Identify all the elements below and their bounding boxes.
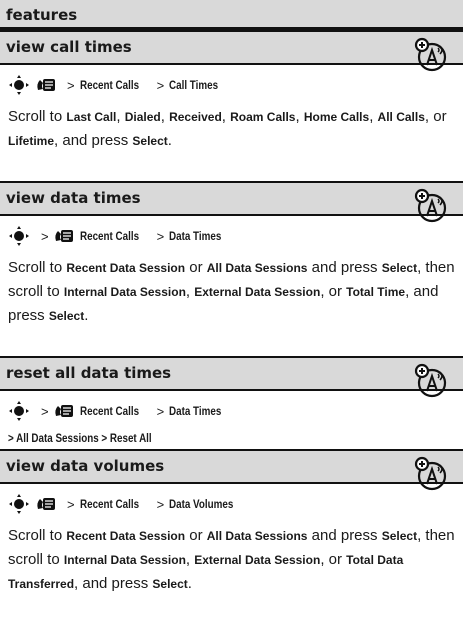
navigation-key-icon [9,226,29,246]
menu-term: External Data Session [194,285,321,299]
menu-term: Dialed [124,110,161,124]
menu-term: Recent Data Session [66,261,186,275]
menu-term: Home Calls [303,110,370,124]
navigation-key-icon [9,401,29,421]
body-text-run: or [185,259,207,276]
menu-term: All Data Sessions [206,261,308,275]
section-title-text: reset all data times [6,364,172,382]
body-text-run: , [185,283,195,300]
features-header: features [0,0,463,32]
section-title-text: view call times [6,38,132,56]
body-text-run: , [369,108,378,125]
menu-term: Select [48,309,85,323]
menu-term: All Data Sessions [206,529,308,543]
body-text-run: . [167,132,172,149]
path-data-times: Data Times [169,229,222,243]
navigation-key-icon [9,494,29,514]
path-recent-calls: Recent Calls [79,78,139,92]
path-separator: > [156,77,165,93]
section-title: reset all data times [0,358,463,398]
body-text-run: , and press [74,575,153,592]
path-separator: > [156,496,165,512]
menu-term: Select [381,529,418,543]
body-text-run: and press [307,259,382,276]
menu-term: Select [381,261,418,275]
recent-calls-menu-icon [37,498,55,510]
path-separator: > [67,77,75,93]
path-separator: > [41,403,49,419]
path-line2-text: > All Data Sessions > Reset All [8,431,152,445]
recent-calls-menu-icon [54,405,73,417]
path-data-times: Data Times [169,404,222,418]
path-recent-calls: Recent Calls [79,497,139,511]
path-separator: > [67,496,75,512]
section-title: view data volumes [0,451,463,491]
section-title: view call times [0,32,463,72]
body-text-run: , or [320,551,347,568]
menu-term: External Data Session [194,553,321,567]
section-body: Scroll to Recent Data Session or All Dat… [0,524,463,602]
section-view-data-volumes: view data volumes > Recent Calls > Data … [0,451,463,629]
section-title-text: view data times [6,189,141,207]
network-service-icon [414,456,447,491]
menu-term: Received [169,110,222,124]
menu-term: Last Call [66,110,117,124]
body-text-run: , and press [54,132,133,149]
body-text-run: or [185,527,207,544]
menu-path: > Recent Calls > Data Times [0,391,463,427]
features-title: features [6,6,78,24]
menu-path: > Recent Calls > Data Volumes [0,484,463,524]
menu-term: Recent Data Session [66,529,186,543]
menu-path: > Recent Calls > Call Times [0,65,463,105]
body-text-run: , [185,551,195,568]
path-separator: > [156,228,165,244]
section-view-data-times: view data times > Recent Calls > Data Ti… [0,183,463,358]
section-reset-all-data-times: reset all data times > Recent Calls > Da… [0,358,463,451]
page: features view call times > Recent Calls … [0,0,463,625]
path-data-volumes: Data Volumes [169,497,234,511]
body-text-run: Scroll to [8,527,67,544]
menu-term: Lifetime [8,134,55,148]
menu-term: Internal Data Session [63,285,186,299]
path-recent-calls: Recent Calls [79,229,139,243]
body-text-run: , [295,108,304,125]
navigation-key-icon [9,75,29,95]
body-text-run: , or [320,283,347,300]
path-call-times: Call Times [169,78,219,92]
section-title: view data times [0,183,463,223]
body-text-run: . [187,575,192,592]
network-service-icon [414,188,447,223]
body-text-run: . [84,307,89,324]
path-recent-calls: Recent Calls [79,404,139,418]
section-body: Scroll to Recent Data Session or All Dat… [0,256,463,334]
recent-calls-menu-icon [37,79,55,91]
path-separator: > [156,403,165,419]
body-text-run: , or [424,108,447,125]
body-text-run: and press [307,527,382,544]
network-service-icon [414,363,447,398]
body-text-run: Scroll to [8,259,67,276]
body-text-run: , [160,108,170,125]
menu-term: Total Time [346,285,406,299]
menu-term: Select [152,577,188,591]
menu-term: All Calls [377,110,425,124]
section-title-text: view data volumes [6,457,165,475]
menu-term: Internal Data Session [63,553,186,567]
path-separator: > [41,228,49,244]
menu-term: Roam Calls [230,110,296,124]
section-body: Scroll to Last Call, Dialed, Received, R… [0,105,463,159]
recent-calls-menu-icon [54,230,73,242]
body-text-run: , [221,108,231,125]
menu-path: > Recent Calls > Data Times [0,216,463,256]
section-view-call-times: view call times > Recent Calls > Call Ti… [0,32,463,183]
body-text-run: Scroll to [8,108,67,125]
network-service-icon [414,37,447,72]
menu-path-line2: > All Data Sessions > Reset All [0,427,463,449]
body-text-run: , [116,108,125,125]
menu-term: Select [132,134,168,148]
